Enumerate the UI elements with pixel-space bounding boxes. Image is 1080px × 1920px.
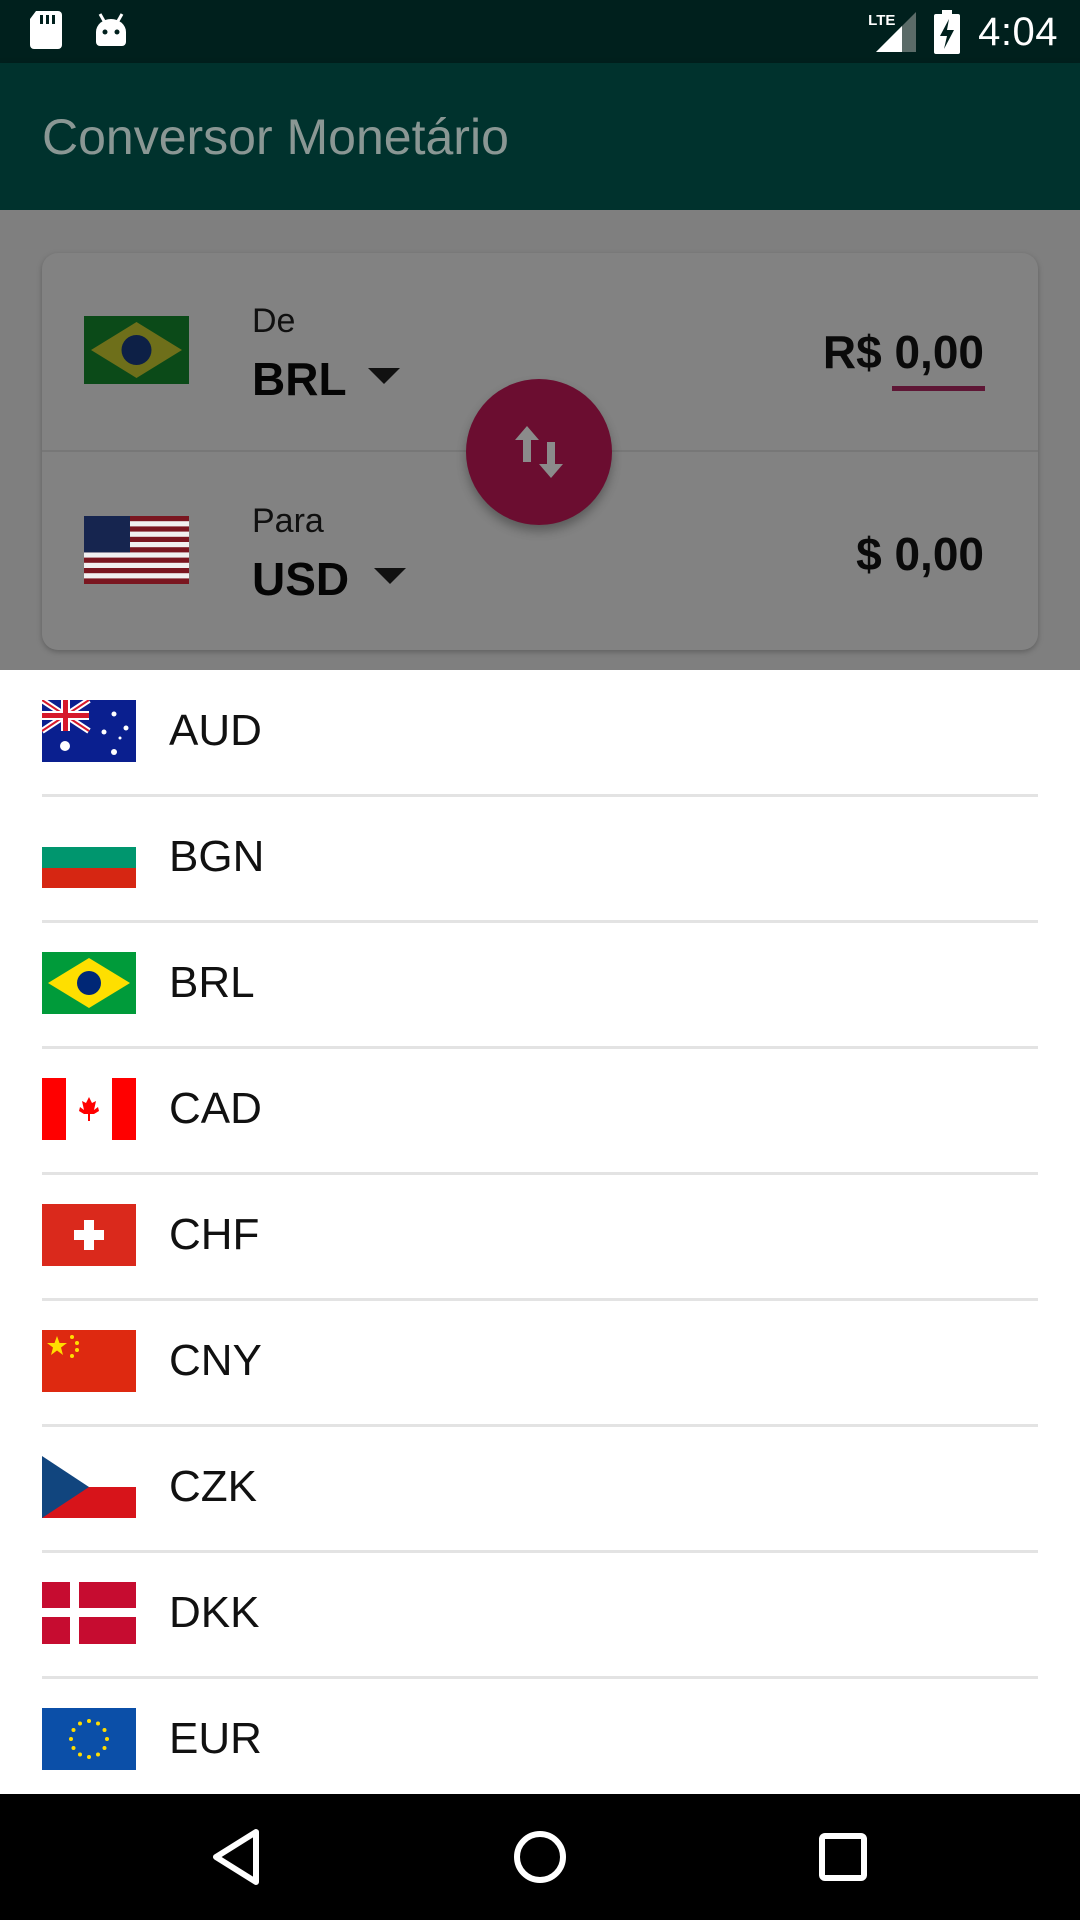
system-icons: LTE 4:04 [868, 6, 1058, 58]
list-item-label: CZK [169, 1462, 257, 1511]
clock: 4:04 [978, 10, 1058, 54]
list-item-label: CNY [169, 1336, 262, 1385]
list-item-label: EUR [169, 1714, 262, 1763]
eu-flag-icon [42, 1708, 136, 1770]
china-flag-icon [42, 1330, 136, 1392]
list-item-label: AUD [169, 706, 262, 755]
list-item[interactable]: CNY [0, 1300, 1080, 1426]
brazil-flag-icon [84, 316, 189, 384]
from-currency-code[interactable]: BRL [252, 352, 347, 406]
list-item[interactable]: BGN [0, 796, 1080, 922]
list-item[interactable]: BRL [0, 922, 1080, 1048]
list-item[interactable]: DKK [0, 1552, 1080, 1678]
canada-flag-icon [42, 1078, 136, 1140]
status-bar: LTE 4:04 [0, 0, 1080, 63]
app-title: Conversor Monetário [42, 109, 509, 165]
czech-flag-icon [42, 1456, 136, 1518]
back-icon[interactable] [204, 1824, 270, 1890]
switzerland-flag-icon [42, 1204, 136, 1266]
to-dropdown-caret-icon[interactable] [374, 568, 406, 584]
lte-signal-icon: LTE [868, 8, 917, 56]
navigation-bar [0, 1794, 1080, 1920]
from-amount-input[interactable]: R$ 0,00 [823, 325, 984, 379]
list-item-label: CHF [169, 1210, 260, 1259]
usa-flag-icon [84, 516, 189, 584]
app-bar: Conversor Monetário [0, 63, 1080, 210]
list-item[interactable]: EUR [0, 1678, 1080, 1804]
list-item[interactable]: AUD [0, 670, 1080, 796]
list-item[interactable]: CHF [0, 1174, 1080, 1300]
list-item-label: CAD [169, 1084, 262, 1133]
android-icon [96, 13, 126, 46]
swap-button[interactable] [466, 379, 612, 525]
list-item-label: BRL [169, 958, 255, 1007]
brazil-flag-icon [42, 952, 136, 1014]
currency-dropdown-list: AUD BGN BRL CAD CHF CNY CZK DKK EUR [0, 670, 1080, 1794]
recents-icon[interactable] [810, 1824, 876, 1890]
from-dropdown-caret-icon[interactable] [368, 368, 400, 384]
denmark-flag-icon [42, 1582, 136, 1644]
list-item[interactable]: CAD [0, 1048, 1080, 1174]
notification-icons [30, 11, 128, 49]
to-amount-value: $ 0,00 [856, 528, 984, 580]
list-item-label: BGN [169, 832, 265, 881]
from-label: De [252, 302, 296, 340]
to-currency-code[interactable]: USD [252, 552, 349, 606]
from-amount-underline [892, 386, 985, 391]
bulgaria-flag-icon [42, 826, 136, 888]
australia-flag-icon [42, 700, 136, 762]
battery-charging-icon [934, 10, 961, 54]
sd-card-icon [30, 11, 62, 49]
to-label: Para [252, 502, 324, 540]
list-item-label: DKK [169, 1588, 260, 1637]
list-item[interactable]: CZK [0, 1426, 1080, 1552]
swap-vertical-icon [515, 426, 563, 478]
home-icon[interactable] [507, 1824, 573, 1890]
